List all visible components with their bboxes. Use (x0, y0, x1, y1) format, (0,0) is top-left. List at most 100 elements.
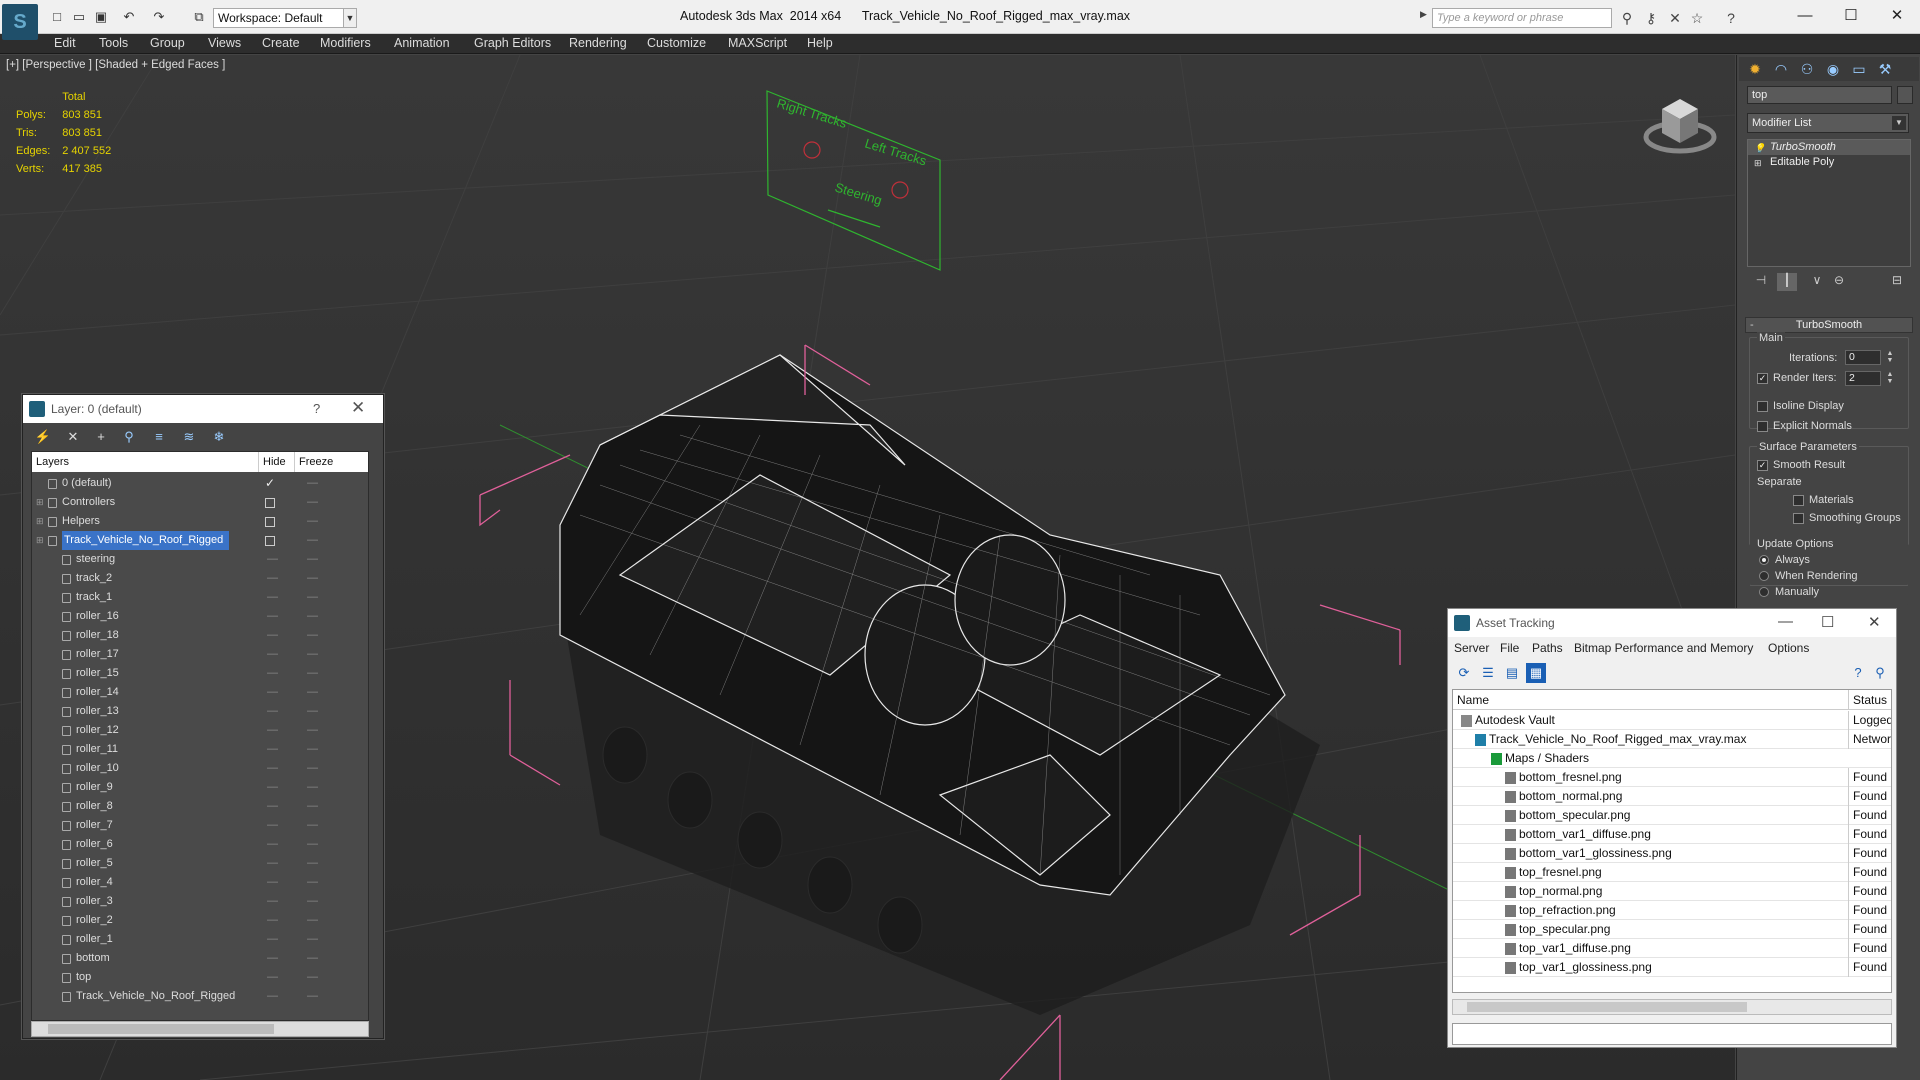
freeze-toggle[interactable]: — (307, 645, 318, 664)
hide-toggle[interactable]: — (267, 816, 278, 835)
hide-toggle[interactable]: — (267, 702, 278, 721)
freeze-toggle[interactable]: — (307, 968, 318, 987)
menu-paths[interactable]: Paths (1532, 641, 1563, 655)
object-row[interactable]: roller_11 — — (32, 740, 368, 759)
refresh-icon[interactable]: ⟳ (1454, 663, 1474, 683)
hide-toggle[interactable]: — (267, 683, 278, 702)
object-row[interactable]: top — — (32, 968, 368, 987)
add-to-layer-icon[interactable]: + (91, 429, 111, 447)
menu-customize[interactable]: Customize (647, 36, 706, 50)
hide-toggle[interactable]: — (267, 911, 278, 930)
asset-row[interactable]: top_refraction.png Found (1453, 901, 1891, 920)
asset-row[interactable]: top_specular.png Found (1453, 920, 1891, 939)
asset-row[interactable]: bottom_normal.png Found (1453, 787, 1891, 806)
search-input[interactable]: Type a keyword or phrase (1432, 8, 1612, 28)
menu-edit[interactable]: Edit (54, 36, 76, 50)
layer-row[interactable]: ⊞ Track_Vehicle_No_Roof_Rigged — (32, 531, 368, 550)
object-color-swatch[interactable] (1897, 86, 1913, 104)
expand-plus-icon[interactable]: ⊞ (1754, 156, 1764, 168)
freeze-toggle[interactable]: — (307, 835, 318, 854)
freeze-toggle[interactable]: — (307, 930, 318, 949)
freeze-toggle[interactable]: — (307, 778, 318, 797)
modify-tab-icon[interactable]: ◠ (1769, 59, 1793, 79)
application-menu-button[interactable]: S (2, 4, 38, 40)
hide-toggle[interactable] (265, 498, 275, 508)
freeze-toggle[interactable]: — (307, 569, 318, 588)
hide-toggle[interactable]: — (267, 987, 278, 1006)
horizontal-scrollbar[interactable] (1452, 999, 1892, 1015)
workspace-dropdown[interactable]: Workspace: Default (213, 8, 353, 28)
utilities-tab-icon[interactable]: ⚒ (1873, 59, 1897, 79)
freeze-toggle[interactable]: — (307, 626, 318, 645)
hide-toggle[interactable]: — (267, 968, 278, 987)
object-row[interactable]: Track_Vehicle_No_Roof_Rigged — — (32, 987, 368, 1006)
object-row[interactable]: roller_5 — — (32, 854, 368, 873)
menu-maxscript[interactable]: MAXScript (728, 36, 787, 50)
hide-toggle[interactable]: — (267, 569, 278, 588)
object-row[interactable]: roller_13 — — (32, 702, 368, 721)
object-row[interactable]: roller_17 — — (32, 645, 368, 664)
close-button[interactable]: ✕ (1874, 4, 1920, 28)
object-row[interactable]: roller_2 — — (32, 911, 368, 930)
freeze-toggle[interactable]: — (307, 759, 318, 778)
menu-group[interactable]: Group (150, 36, 185, 50)
hide-toggle[interactable]: — (267, 854, 278, 873)
chevron-down-icon[interactable]: ▼ (1892, 116, 1906, 130)
remove-modifier-icon[interactable]: ⊖ (1829, 273, 1849, 291)
menu-bitmap-performance[interactable]: Bitmap Performance and Memory (1574, 641, 1753, 655)
menu-views[interactable]: Views (208, 36, 241, 50)
object-row[interactable]: bottom — — (32, 949, 368, 968)
asset-row[interactable]: bottom_specular.png Found (1453, 806, 1891, 825)
menu-server[interactable]: Server (1454, 641, 1489, 655)
layer-row[interactable]: 0 (default) ✓ — (32, 474, 368, 493)
freeze-toggle[interactable]: — (307, 531, 318, 550)
create-tab-icon[interactable]: ✹ (1743, 59, 1767, 79)
viewport-label[interactable]: [+] [Perspective ] [Shaded + Edged Faces… (6, 59, 225, 71)
freeze-toggle[interactable]: — (307, 949, 318, 968)
freeze-toggle[interactable]: — (307, 911, 318, 930)
smooth-result-checkbox[interactable]: ✓ (1757, 460, 1768, 471)
object-name-field[interactable]: top (1747, 86, 1892, 104)
layer-window-titlebar[interactable]: Layer: 0 (default) ? ✕ (23, 395, 383, 423)
object-row[interactable]: roller_1 — — (32, 930, 368, 949)
object-row[interactable]: roller_18 — — (32, 626, 368, 645)
freeze-toggle[interactable]: — (307, 664, 318, 683)
freeze-toggle[interactable]: — (307, 892, 318, 911)
minimize-button[interactable]: — (1778, 613, 1793, 630)
smoothing-groups-checkbox[interactable] (1793, 513, 1804, 524)
col-name[interactable]: Name (1453, 690, 1489, 710)
minimize-button[interactable]: — (1782, 4, 1828, 28)
hide-toggle[interactable]: — (267, 588, 278, 607)
render-iters-spinner[interactable]: 2 (1845, 371, 1881, 386)
object-row[interactable]: roller_9 — — (32, 778, 368, 797)
hide-toggle[interactable]: — (267, 759, 278, 778)
object-row[interactable]: roller_15 — — (32, 664, 368, 683)
menu-options[interactable]: Options (1768, 641, 1809, 655)
asset-row[interactable]: top_var1_glossiness.png Found (1453, 958, 1891, 977)
object-row[interactable]: steering — — (32, 550, 368, 569)
object-row[interactable]: roller_14 — — (32, 683, 368, 702)
table-view-icon[interactable]: ▤ (1502, 663, 1522, 683)
freeze-toggle[interactable]: — (307, 987, 318, 1006)
col-freeze[interactable]: Freeze (294, 452, 368, 472)
freeze-toggle[interactable]: — (307, 854, 318, 873)
object-row[interactable]: roller_12 — — (32, 721, 368, 740)
hierarchy-tab-icon[interactable]: ⚇ (1795, 59, 1819, 79)
object-row[interactable]: roller_6 — — (32, 835, 368, 854)
chevron-down-icon[interactable]: ▼ (343, 8, 357, 28)
select-objects-icon[interactable]: ⚲ (119, 429, 139, 447)
asset-row[interactable]: top_fresnel.png Found (1453, 863, 1891, 882)
turbosmooth-rollout-header[interactable]: - TurboSmooth (1745, 317, 1913, 333)
collapse-icon[interactable]: - (1750, 318, 1754, 332)
help-icon[interactable]: ? (1722, 9, 1740, 27)
object-row[interactable]: track_2 — — (32, 569, 368, 588)
hide-toggle[interactable]: — (267, 892, 278, 911)
asset-row[interactable]: bottom_var1_glossiness.png Found (1453, 844, 1891, 863)
hide-toggle[interactable]: — (267, 740, 278, 759)
hide-toggle[interactable]: — (267, 664, 278, 683)
viewcube-icon[interactable] (1640, 85, 1720, 165)
materials-checkbox[interactable] (1793, 495, 1804, 506)
col-status[interactable]: Status (1848, 690, 1887, 710)
freeze-toggle[interactable]: — (307, 512, 318, 531)
asset-row[interactable]: Maps / Shaders (1453, 749, 1891, 768)
